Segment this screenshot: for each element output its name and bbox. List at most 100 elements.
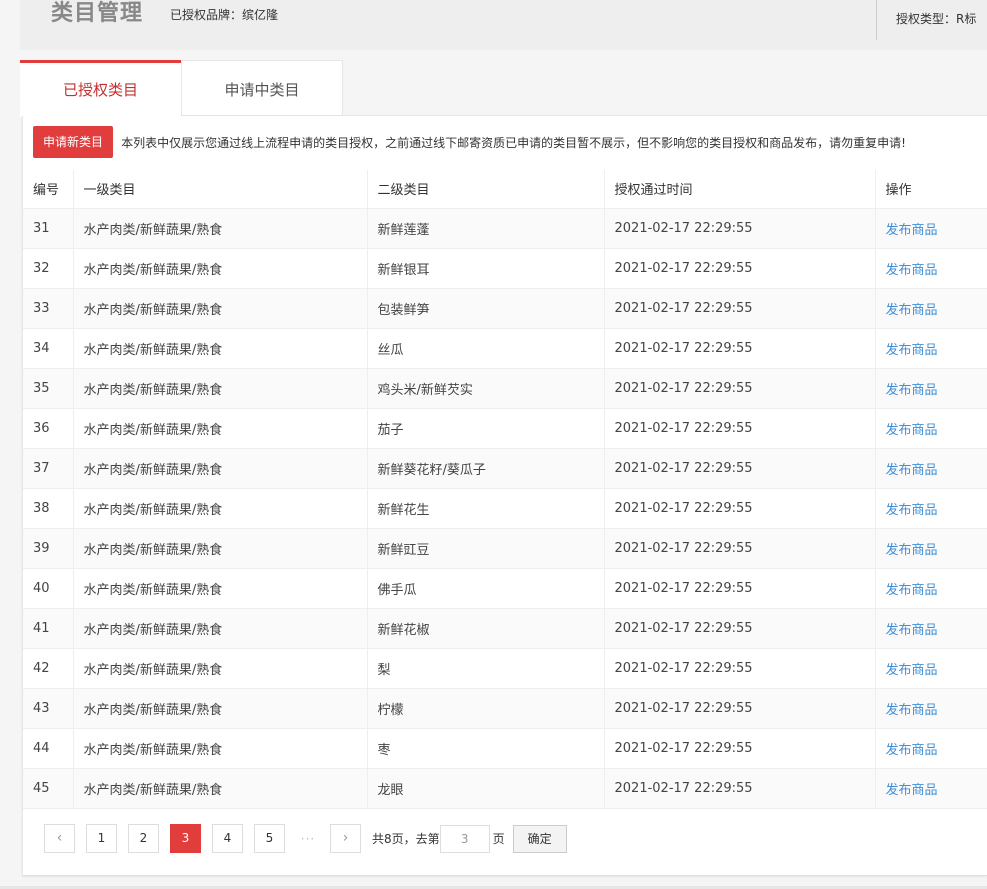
cell-id: 37	[23, 448, 74, 489]
publish-product-link[interactable]: 发布商品	[886, 503, 938, 518]
category-table: 编号 一级类目 二级类目 授权通过时间 操作 31 水产肉类/新鲜蔬果/熟食 新鲜莲…	[23, 170, 987, 809]
publish-product-link[interactable]: 发布商品	[886, 223, 938, 238]
cell-approved-time: 2021-02-17 22:29:55	[604, 568, 876, 609]
chevron-right-icon: ›	[342, 830, 349, 846]
publish-product-link[interactable]: 发布商品	[886, 423, 938, 438]
cell-category-level2: 枣	[367, 728, 605, 769]
column-header-category-level1: 一级类目	[73, 170, 368, 209]
cell-actions: 发布商品	[875, 248, 987, 289]
publish-product-link[interactable]: 发布商品	[886, 303, 938, 318]
publish-product-link[interactable]: 发布商品	[886, 623, 938, 638]
cell-category-level2: 龙眼	[367, 768, 605, 809]
page-button-5[interactable]: 5	[254, 824, 285, 853]
page: 类目管理 已授权品牌：缤亿隆 授权类型：R标 已授权类目 申请中类目 申请新类目…	[0, 0, 987, 889]
chevron-left-icon: ‹	[56, 830, 63, 846]
page-suffix-text: 页	[492, 832, 505, 846]
cell-category-level1: 水产肉类/新鲜蔬果/熟食	[73, 648, 368, 689]
cell-category-level2: 新鲜莲蓬	[367, 208, 605, 249]
column-header-category-level2: 二级类目	[367, 170, 605, 209]
category-panel: 申请新类目 本列表中仅展示您通过线上流程申请的类目授权，之前通过线下邮寄资质已申…	[22, 116, 987, 876]
cell-actions: 发布商品	[875, 408, 987, 449]
cell-category-level1: 水产肉类/新鲜蔬果/熟食	[73, 688, 368, 729]
table-row: 33 水产肉类/新鲜蔬果/熟食 包装鲜笋 2021-02-17 22:29:55 发布商…	[23, 288, 987, 329]
cell-approved-time: 2021-02-17 22:29:55	[604, 208, 876, 249]
apply-new-category-button[interactable]: 申请新类目	[33, 126, 114, 158]
cell-id: 44	[23, 728, 74, 769]
table-row: 43 水产肉类/新鲜蔬果/熟食 柠檬 2021-02-17 22:29:55 发布商品	[23, 688, 987, 729]
table-row: 34 水产肉类/新鲜蔬果/熟食 丝瓜 2021-02-17 22:29:55 发布商品	[23, 328, 987, 369]
cell-actions: 发布商品	[875, 208, 987, 249]
publish-product-link[interactable]: 发布商品	[886, 663, 938, 678]
cell-actions: 发布商品	[875, 528, 987, 569]
publish-product-link[interactable]: 发布商品	[886, 783, 938, 798]
cell-approved-time: 2021-02-17 22:29:55	[604, 328, 876, 369]
cell-actions: 发布商品	[875, 568, 987, 609]
publish-product-link[interactable]: 发布商品	[886, 383, 938, 398]
cell-actions: 发布商品	[875, 688, 987, 729]
cell-category-level1: 水产肉类/新鲜蔬果/熟食	[73, 368, 368, 409]
cell-category-level2: 柠檬	[367, 688, 605, 729]
table-header-row: 编号 一级类目 二级类目 授权通过时间 操作	[23, 170, 987, 209]
table-row: 38 水产肉类/新鲜蔬果/熟食 新鲜花生 2021-02-17 22:29:55 发布商…	[23, 488, 987, 529]
cell-actions: 发布商品	[875, 448, 987, 489]
goto-page-input[interactable]	[439, 824, 490, 853]
table-row: 40 水产肉类/新鲜蔬果/熟食 佛手瓜 2021-02-17 22:29:55 发布商品	[23, 568, 987, 609]
cell-category-level2: 茄子	[367, 408, 605, 449]
cell-category-level1: 水产肉类/新鲜蔬果/熟食	[73, 528, 368, 569]
publish-product-link[interactable]: 发布商品	[886, 263, 938, 278]
cell-id: 41	[23, 608, 74, 649]
cell-actions: 发布商品	[875, 728, 987, 769]
table-row: 41 水产肉类/新鲜蔬果/熟食 新鲜花椒 2021-02-17 22:29:55 发布商…	[23, 608, 987, 649]
publish-product-link[interactable]: 发布商品	[886, 343, 938, 358]
publish-product-link[interactable]: 发布商品	[886, 463, 938, 478]
cell-id: 38	[23, 488, 74, 529]
cell-approved-time: 2021-02-17 22:29:55	[604, 728, 876, 769]
table-row: 37 水产肉类/新鲜蔬果/熟食 新鲜葵花籽/葵瓜子 2021-02-17 22:29:…	[23, 448, 987, 489]
confirm-goto-button[interactable]: 确定	[512, 824, 567, 853]
table-row: 45 水产肉类/新鲜蔬果/熟食 龙眼 2021-02-17 22:29:55 发布商品	[23, 768, 987, 809]
table-row: 35 水产肉类/新鲜蔬果/熟食 鸡头米/新鲜芡实 2021-02-17 22:29:5…	[23, 368, 987, 409]
header-divider	[876, 0, 877, 40]
publish-product-link[interactable]: 发布商品	[886, 583, 938, 598]
cell-category-level1: 水产肉类/新鲜蔬果/熟食	[73, 248, 368, 289]
cell-category-level1: 水产肉类/新鲜蔬果/熟食	[73, 408, 368, 449]
page-button-4[interactable]: 4	[212, 824, 243, 853]
page-button-1[interactable]: 1	[86, 824, 117, 853]
cell-category-level1: 水产肉类/新鲜蔬果/熟食	[73, 328, 368, 369]
publish-product-link[interactable]: 发布商品	[886, 703, 938, 718]
page-button-2[interactable]: 2	[128, 824, 159, 853]
cell-approved-time: 2021-02-17 22:29:55	[604, 608, 876, 649]
cell-approved-time: 2021-02-17 22:29:55	[604, 528, 876, 569]
prev-page-button[interactable]: ‹	[44, 824, 75, 853]
cell-category-level1: 水产肉类/新鲜蔬果/熟食	[73, 728, 368, 769]
cell-id: 35	[23, 368, 74, 409]
tab-pending-categories[interactable]: 申请中类目	[181, 60, 343, 116]
cell-category-level1: 水产肉类/新鲜蔬果/熟食	[73, 768, 368, 809]
cell-category-level2: 新鲜葵花籽/葵瓜子	[367, 448, 605, 489]
cell-category-level1: 水产肉类/新鲜蔬果/熟食	[73, 288, 368, 329]
tab-authorized-categories[interactable]: 已授权类目	[20, 60, 181, 117]
cell-category-level1: 水产肉类/新鲜蔬果/熟食	[73, 488, 368, 529]
header: 类目管理 已授权品牌：缤亿隆 授权类型：R标	[20, 0, 987, 50]
next-page-button[interactable]: ›	[330, 824, 361, 853]
cell-approved-time: 2021-02-17 22:29:55	[604, 368, 876, 409]
cell-id: 31	[23, 208, 74, 249]
cell-actions: 发布商品	[875, 768, 987, 809]
publish-product-link[interactable]: 发布商品	[886, 543, 938, 558]
column-header-actions: 操作	[875, 170, 987, 209]
cell-category-level2: 新鲜豇豆	[367, 528, 605, 569]
cell-approved-time: 2021-02-17 22:29:55	[604, 408, 876, 449]
table-row: 42 水产肉类/新鲜蔬果/熟食梨 2021-02-17 22:29:55 发布商品	[23, 648, 987, 689]
cell-id: 42	[23, 648, 74, 689]
page-button-3-current[interactable]: 3	[170, 824, 201, 853]
publish-product-link[interactable]: 发布商品	[886, 743, 938, 758]
notice-text: 本列表中仅展示您通过线上流程申请的类目授权，之前通过线下邮寄资质已申请的类目暂不…	[121, 135, 906, 150]
page-title: 类目管理	[51, 1, 144, 26]
cell-id: 34	[23, 328, 74, 369]
authorized-brand: 已授权品牌：缤亿隆	[170, 8, 279, 22]
cell-category-level2: 佛手瓜	[367, 568, 605, 609]
cell-approved-time: 2021-02-17 22:29:55	[604, 768, 876, 809]
cell-id: 45	[23, 768, 74, 809]
cell-id: 32	[23, 248, 74, 289]
cell-actions: 发布商品	[875, 488, 987, 529]
